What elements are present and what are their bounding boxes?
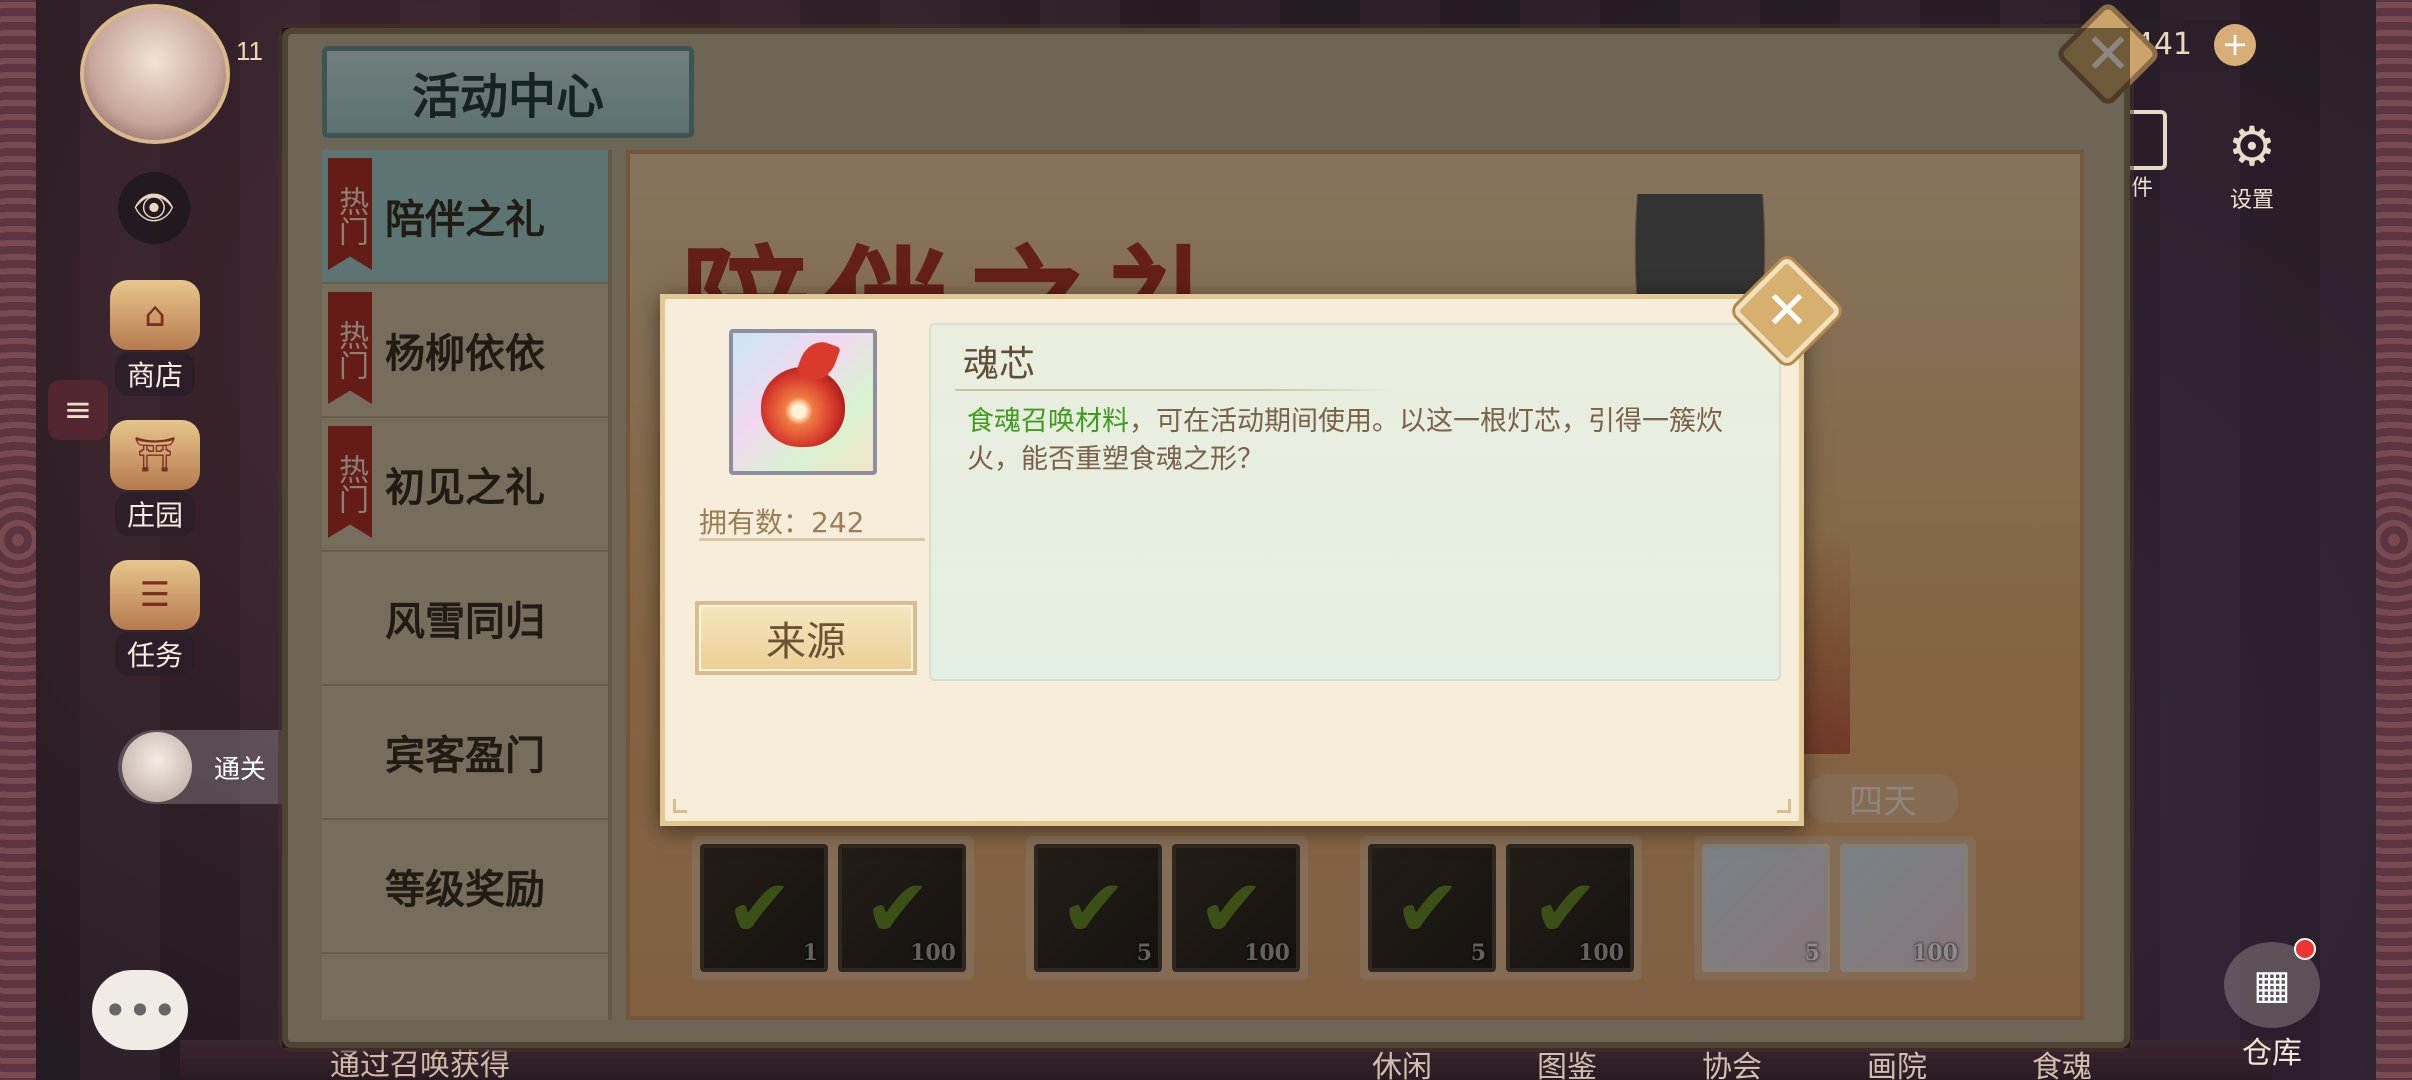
warehouse-label: 仓库 bbox=[2242, 1036, 2302, 1071]
player-avatar[interactable] bbox=[80, 4, 230, 144]
owned-count: 拥有数：242 bbox=[699, 501, 925, 541]
item-detail-popup: 拥有数：242 来源 魂芯 食魂召唤材料，可在活动期间使用。以这一根灯芯，引得一… bbox=[660, 294, 1804, 826]
shop-button[interactable]: ⌂ 商店 bbox=[100, 280, 210, 396]
item-type-highlight: 食魂召唤材料 bbox=[967, 406, 1129, 437]
item-name: 魂芯 bbox=[963, 344, 1036, 385]
task-button[interactable]: ☰ 任务 bbox=[100, 560, 210, 676]
settings-label: 设置 bbox=[2229, 188, 2274, 213]
shop-label: 商店 bbox=[114, 352, 195, 396]
menu-icon[interactable]: ≡ bbox=[48, 380, 108, 440]
add-currency-button[interactable]: + bbox=[2214, 24, 2256, 66]
shop-icon: ⌂ bbox=[110, 280, 200, 350]
left-border-pattern bbox=[0, 0, 36, 1080]
manor-button[interactable]: ⛩ 庄园 bbox=[100, 420, 210, 536]
source-button[interactable]: 来源 bbox=[695, 601, 917, 675]
item-description: 食魂召唤材料，可在活动期间使用。以这一根灯芯，引得一簇炊火，能否重塑食魂之形？ bbox=[967, 403, 1757, 479]
item-description-box: 魂芯 食魂召唤材料，可在活动期间使用。以这一根灯芯，引得一簇炊火，能否重塑食魂之… bbox=[929, 323, 1781, 681]
title-divider bbox=[955, 389, 1395, 391]
corner-ornament bbox=[1777, 799, 1791, 813]
manor-label: 庄园 bbox=[114, 492, 195, 536]
corner-ornament bbox=[673, 799, 687, 813]
soul-core-item-icon bbox=[729, 329, 877, 475]
eye-icon[interactable]: 👁 bbox=[118, 172, 190, 244]
chat-bubble-icon[interactable]: ••• bbox=[92, 970, 188, 1050]
close-icon: ✕ bbox=[1765, 281, 1809, 341]
warehouse-button[interactable]: ▦ 仓库 bbox=[2222, 938, 2322, 1072]
warehouse-notification-dot bbox=[2294, 938, 2316, 960]
friend-progress-label: 通关 bbox=[214, 754, 267, 785]
settings-button[interactable]: ⚙ 设置 bbox=[2212, 112, 2292, 214]
player-level: 11 bbox=[236, 36, 263, 66]
flame-icon bbox=[761, 367, 845, 447]
right-border-pattern bbox=[2376, 0, 2412, 1080]
mail-label: 件 bbox=[2130, 176, 2153, 201]
friend-avatar bbox=[122, 732, 192, 802]
task-label: 任务 bbox=[114, 632, 195, 676]
manor-icon: ⛩ bbox=[110, 420, 200, 490]
gear-icon: ⚙ bbox=[2227, 115, 2277, 178]
task-scroll-icon: ☰ bbox=[110, 560, 200, 630]
